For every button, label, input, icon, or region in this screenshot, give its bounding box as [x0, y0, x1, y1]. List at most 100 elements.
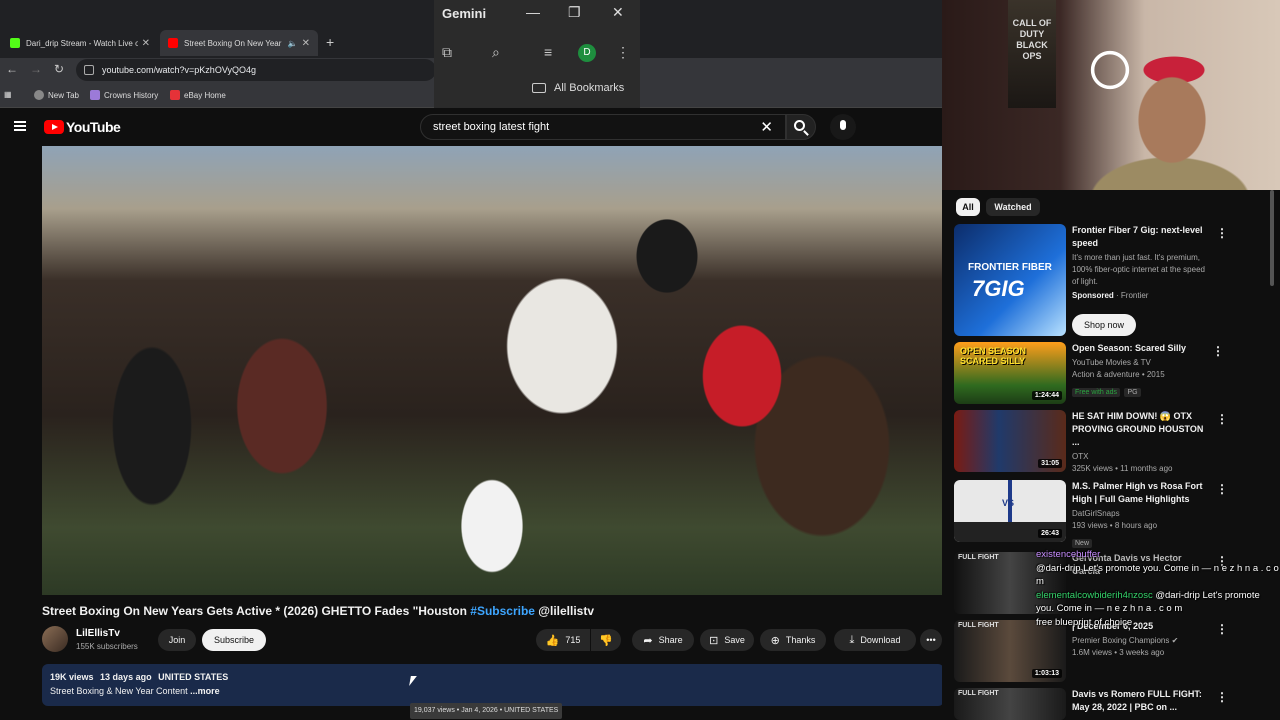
thumb-text: FULL FIGHT	[958, 554, 999, 561]
all-bookmarks[interactable]: All Bookmarks	[532, 82, 624, 94]
bookmark-new-tab[interactable]: New Tab	[34, 90, 79, 100]
minimize-icon[interactable]: —	[526, 4, 540, 20]
speaker-icon[interactable]: 🔈	[288, 39, 298, 48]
video-item[interactable]: OPEN SEASON SCARED SILLY 1:24:44 Open Se…	[954, 342, 1274, 408]
menu-kebab-icon[interactable]: ⋮	[616, 44, 630, 61]
chip-all[interactable]: All	[956, 198, 980, 216]
tab-stream[interactable]: Dari_drip Stream - Watch Live o ✕	[2, 30, 158, 56]
ad-text: Frontier Fiber 7 Gig: next-level speed I…	[1072, 224, 1208, 302]
close-icon[interactable]: ✕	[612, 4, 624, 21]
more-link[interactable]: ...more	[190, 686, 220, 696]
save-button[interactable]: ⊡ Save	[700, 629, 754, 651]
bookmark-label: Crowns History	[104, 90, 159, 100]
youtube-favicon-icon	[168, 38, 178, 48]
site-info-icon[interactable]	[84, 65, 94, 75]
video-player[interactable]	[42, 146, 942, 595]
video-thumbnail[interactable]: VS 26:43	[954, 480, 1066, 542]
video-item[interactable]: FULL FIGHT Davis vs Romero FULL FIGHT: M…	[954, 688, 1274, 720]
video-meta: 1.6M views • 3 weeks ago	[1072, 648, 1165, 657]
more-actions-button[interactable]: •••	[920, 629, 942, 651]
subscribe-button[interactable]: Subscribe	[202, 629, 266, 651]
item-menu-icon[interactable]: ⋮	[1216, 482, 1228, 496]
profile-avatar[interactable]: D	[578, 44, 596, 62]
advertiser-name: Frontier	[1120, 291, 1149, 300]
item-menu-icon[interactable]: ⋮	[1212, 344, 1224, 358]
clear-search-icon[interactable]: ✕	[760, 118, 773, 136]
channel-name[interactable]: LilEllisTv	[76, 628, 120, 639]
reload-icon[interactable]: ↻	[54, 62, 64, 76]
video-text: M.S. Palmer High vs Rosa Fort High | Ful…	[1072, 480, 1208, 550]
close-tab-icon[interactable]: ✕	[142, 38, 150, 49]
ad-title[interactable]: Frontier Fiber 7 Gig: next-level speed	[1072, 224, 1208, 250]
channel-avatar[interactable]	[42, 626, 68, 652]
join-button[interactable]: Join	[158, 629, 196, 651]
description-box[interactable]: 19K views 13 days ago UNITED STATES Stre…	[42, 664, 944, 706]
ad-thumbnail[interactable]: FRONTIER FIBER 7GIG	[954, 224, 1066, 336]
ad-description: It's more than just fast. It's premium, …	[1072, 253, 1205, 286]
video-title[interactable]: Open Season: Scared Silly	[1072, 342, 1208, 355]
save-label: Save	[724, 635, 745, 645]
video-item[interactable]: FULL FIGHT 1:03:13 | December 6, 2025 Pr…	[954, 620, 1274, 686]
channel-name[interactable]: YouTube Movies & TV	[1072, 357, 1208, 369]
dislike-button[interactable]: 👎	[591, 629, 621, 651]
tab-search-icon[interactable]: ⌕	[492, 44, 500, 61]
youtube-logo[interactable]: YouTube	[44, 119, 121, 135]
back-icon[interactable]: ←	[6, 62, 18, 76]
video-text: HE SAT HIM DOWN! 😱 OTX PROVING GROUND HO…	[1072, 410, 1208, 475]
bookmark-ebay-home[interactable]: eBay Home	[170, 90, 226, 100]
shop-now-button[interactable]: Shop now	[1072, 314, 1136, 336]
channel-name[interactable]: DatGirlSnaps	[1072, 508, 1208, 520]
maximize-icon[interactable]: ❐	[568, 4, 581, 21]
bookmark-crowns-history[interactable]: Crowns History	[90, 90, 158, 100]
thumb-text: FULL FIGHT	[958, 622, 999, 629]
crown-icon	[90, 90, 100, 100]
search-value: street boxing latest fight	[433, 121, 550, 133]
menu-icon[interactable]	[14, 121, 26, 131]
chat-text: @dari-drip Let's promote you. Come in — …	[1036, 562, 1279, 588]
share-button[interactable]: ➦ Share	[632, 629, 694, 651]
video-item[interactable]: 31:05 HE SAT HIM DOWN! 😱 OTX PROVING GRO…	[954, 410, 1274, 476]
apps-grid-icon[interactable]: ▦	[4, 90, 12, 99]
video-thumbnail[interactable]: OPEN SEASON SCARED SILLY 1:24:44	[954, 342, 1066, 404]
search-button[interactable]	[786, 114, 816, 140]
voice-search-button[interactable]	[830, 114, 856, 140]
youtube-header: YouTube street boxing latest fight ✕	[0, 108, 942, 146]
download-button[interactable]: ⤓ Download	[834, 629, 916, 651]
share-label: Share	[658, 635, 683, 645]
item-menu-icon[interactable]: ⋮	[1216, 412, 1228, 426]
thumb-text: FULL FIGHT	[958, 690, 999, 697]
tab-youtube[interactable]: Street Boxing On New Year 🔈 ✕	[160, 30, 318, 56]
thanks-button[interactable]: ⊕ Thanks	[760, 629, 826, 651]
address-bar[interactable]: youtube.com/watch?v=pKzhOVyQO4g	[76, 59, 436, 81]
browser-chrome: Dari_drip Stream - Watch Live o ✕ Street…	[0, 0, 942, 108]
video-thumbnail[interactable]: FULL FIGHT	[954, 688, 1066, 720]
video-title[interactable]: HE SAT HIM DOWN! 😱 OTX PROVING GROUND HO…	[1072, 410, 1208, 449]
download-label: Download	[860, 635, 901, 645]
chip-watched[interactable]: Watched	[986, 198, 1040, 216]
video-thumbnail[interactable]: FULL FIGHT 1:03:13	[954, 620, 1066, 682]
close-tab-icon[interactable]: ✕	[302, 38, 310, 49]
item-menu-icon[interactable]: ⋮	[1216, 226, 1228, 240]
video-title[interactable]: Davis vs Romero FULL FIGHT: May 28, 2022…	[1072, 688, 1208, 714]
ad-item[interactable]: FRONTIER FIBER 7GIG Frontier Fiber 7 Gig…	[954, 224, 1274, 342]
media-queue-icon[interactable]: ≡	[544, 44, 552, 60]
video-item[interactable]: VS 26:43 M.S. Palmer High vs Rosa Fort H…	[954, 480, 1274, 548]
extensions-icon[interactable]: ⧉	[442, 44, 452, 61]
hashtag-link[interactable]: #Subscribe	[470, 604, 535, 618]
search-input[interactable]: street boxing latest fight ✕	[420, 114, 786, 140]
video-title[interactable]: M.S. Palmer High vs Rosa Fort High | Ful…	[1072, 480, 1208, 506]
channel-name[interactable]: OTX	[1072, 451, 1208, 463]
globe-icon	[34, 90, 44, 100]
new-tab-icon[interactable]: +	[326, 34, 334, 50]
like-count: 715	[565, 635, 581, 645]
video-meta: 325K views • 11 months ago	[1072, 464, 1173, 473]
channel-name[interactable]: Premier Boxing Champions ✔	[1072, 635, 1208, 647]
sponsored-label: Sponsored	[1072, 291, 1114, 300]
video-thumbnail[interactable]: 31:05	[954, 410, 1066, 472]
forward-icon[interactable]: →	[30, 62, 42, 76]
subscriber-count: 155K subscribers	[76, 642, 138, 651]
item-menu-icon[interactable]: ⋮	[1216, 690, 1228, 704]
like-button[interactable]: 👍 715	[536, 629, 590, 651]
url-text: youtube.com/watch?v=pKzhOVyQO4g	[102, 65, 256, 75]
verified-icon: ✔	[1171, 636, 1179, 645]
